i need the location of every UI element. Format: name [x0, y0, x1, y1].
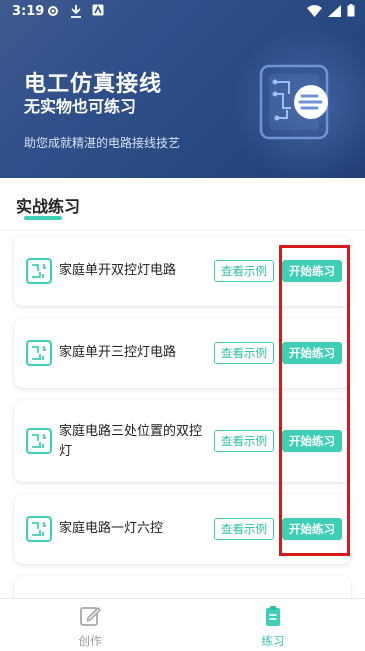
app-notification-icon: [92, 4, 104, 16]
download-icon: [71, 5, 81, 18]
system-icons: [307, 4, 355, 17]
hero-description: 助您成就精湛的电路接线技艺: [24, 136, 181, 150]
view-example-button[interactable]: 查看示例: [214, 518, 274, 540]
signal-icon: [328, 4, 341, 17]
wifi-icon: [307, 4, 322, 17]
section-title: 实战练习: [16, 197, 81, 216]
gear-icon: [48, 6, 58, 16]
practice-card-title: 家庭单开双控灯电路: [59, 263, 177, 278]
circuit-icon: [26, 516, 52, 542]
status-time: 3:19: [12, 4, 45, 19]
practice-card[interactable]: 家庭单开三控灯电路 查看示例 开始练习: [14, 318, 351, 388]
practice-card-title: 家庭电路一灯六控: [59, 521, 164, 536]
practice-section: 实战练习 家庭单开双控灯电路 查看示例 开始练习 家庭单开三控灯电路 查看示例 …: [0, 178, 365, 616]
view-example-button[interactable]: 查看示例: [214, 342, 274, 364]
circuit-icon: [26, 340, 52, 366]
start-practice-button[interactable]: 开始练习: [282, 260, 342, 282]
practice-card[interactable]: 家庭电路一灯六控 查看示例 开始练习: [14, 494, 351, 564]
hero-banner: 3:19 电工仿真接线 无实物也可练习 助您成就精湛的电路接线技艺: [0, 0, 365, 178]
section-divider: [0, 230, 365, 231]
circuit-icon: [26, 258, 52, 284]
start-practice-button[interactable]: 开始练习: [282, 430, 342, 452]
practice-card-title: 家庭单开三控灯电路: [59, 345, 177, 360]
start-practice-button[interactable]: 开始练习: [282, 342, 342, 364]
hero-subtitle: 无实物也可练习: [24, 97, 137, 116]
view-example-button[interactable]: 查看示例: [214, 430, 274, 452]
tab-create[interactable]: 创作: [50, 605, 130, 649]
tab-practice-label: 练习: [261, 634, 285, 648]
tab-create-label: 创作: [78, 634, 102, 648]
practice-card-title: 家庭电路三处位置的双控灯: [59, 424, 203, 459]
edit-icon: [80, 606, 102, 626]
start-practice-button[interactable]: 开始练习: [282, 518, 342, 540]
circuit-icon: [26, 428, 52, 454]
status-bar: 3:19: [0, 0, 365, 24]
notification-icons: [46, 4, 104, 18]
view-example-button[interactable]: 查看示例: [214, 260, 274, 282]
bottom-tab-bar: 创作 练习: [0, 598, 365, 651]
circuit-board-illustration: [259, 64, 329, 140]
battery-icon: [347, 4, 355, 17]
section-underline: [24, 216, 62, 220]
tab-practice[interactable]: 练习: [233, 605, 313, 649]
clipboard-icon: [266, 606, 280, 626]
practice-card[interactable]: 家庭单开双控灯电路 查看示例 开始练习: [14, 236, 351, 306]
practice-card[interactable]: 家庭电路三处位置的双控灯 查看示例 开始练习: [14, 400, 351, 482]
